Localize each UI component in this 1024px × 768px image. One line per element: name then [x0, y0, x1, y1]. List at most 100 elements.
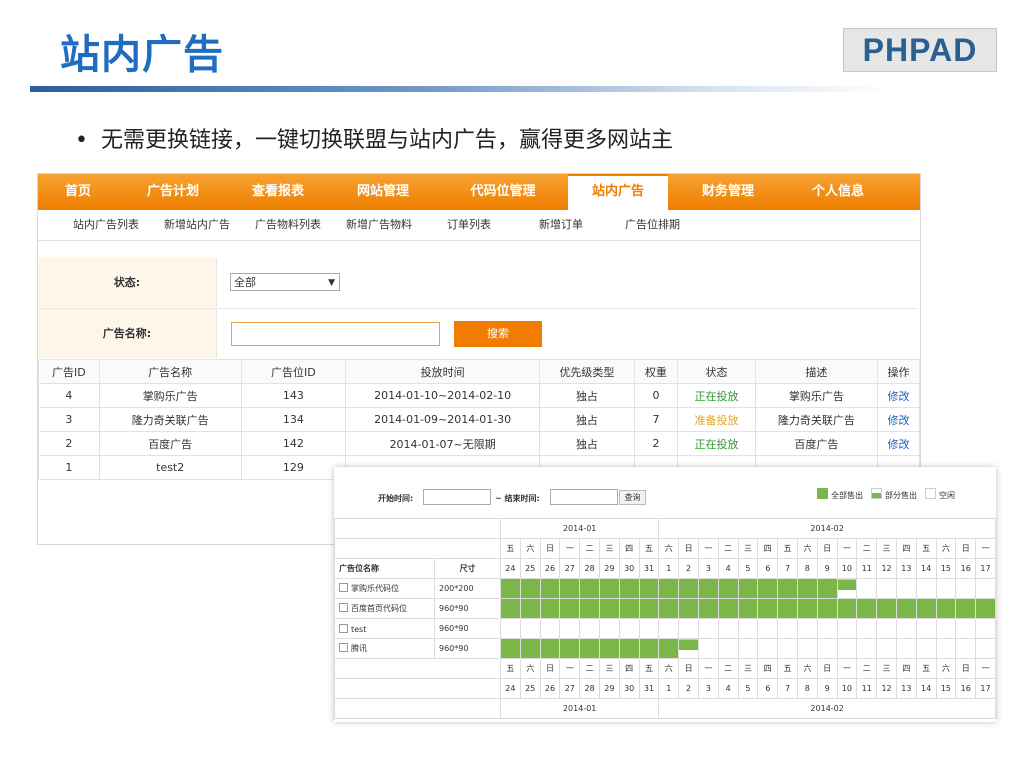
subnav-new-order[interactable]: 新增订单 — [539, 210, 583, 240]
nav-home[interactable]: 首页 — [38, 174, 118, 210]
legend-partial: 部分售出 — [885, 491, 917, 500]
slot-schedule-panel: 开始时间: ~ 结束时间: 查询 全部售出 部分售出 空闲 2014-01 201… — [334, 467, 996, 722]
day-cell: 8 — [796, 558, 818, 579]
nav-profile[interactable]: 个人信息 — [788, 174, 888, 210]
cell-run-time: 2014-01-09~2014-01-30 — [344, 407, 541, 432]
edit-link[interactable]: 修改 — [877, 383, 920, 408]
day-cell: 9 — [816, 678, 838, 699]
day-cell: 15 — [935, 678, 957, 699]
schedule-cell — [915, 618, 937, 639]
weekday-cell: 六 — [658, 658, 680, 679]
nav-ad-plan[interactable]: 广告计划 — [118, 174, 228, 210]
edit-link[interactable]: 修改 — [877, 431, 920, 456]
title-underline — [30, 86, 890, 92]
day-cell: 1 — [658, 678, 680, 699]
nav-reports[interactable]: 查看报表 — [228, 174, 328, 210]
slot-name-text: 掌购乐代码位 — [351, 584, 399, 593]
schedule-cell — [638, 578, 660, 599]
nav-code-slot[interactable]: 代码位管理 — [438, 174, 568, 210]
weekday-cell: 日 — [678, 538, 699, 559]
cell-description: 隆力奇关联广告 — [754, 407, 879, 432]
cell-run-time: 2014-01-07~无限期 — [344, 431, 541, 456]
ads-table-header: 广告ID 广告名称 广告位ID 投放时间 优先级类型 权重 状态 描述 操作 — [38, 359, 920, 384]
checkbox-icon[interactable] — [339, 643, 348, 652]
day-cell: 24 — [500, 678, 521, 699]
weekday-cell: 一 — [559, 658, 581, 679]
schedule-cell — [915, 598, 937, 619]
weekday-cell: 一 — [836, 538, 858, 559]
schedule-cell — [678, 618, 699, 639]
month-label: 2014-02 — [658, 698, 996, 719]
end-time-input[interactable] — [550, 489, 618, 505]
schedule-cell — [618, 638, 640, 659]
day-row: 广告位名称 尺寸 24 25 26 27 28 29 30 31 1 2 3 4 5 6 7 8 9 10 11 12 13… — [334, 558, 996, 579]
day-cell: 11 — [856, 678, 878, 699]
slot-size: 960*90 — [434, 598, 501, 619]
subnav-ad-list[interactable]: 站内广告列表 — [73, 210, 139, 240]
cell-weight: 0 — [633, 383, 679, 408]
day-cell: 13 — [895, 678, 917, 699]
day-cell: 31 — [638, 558, 660, 579]
search-button[interactable]: 搜索 — [454, 321, 542, 347]
subnav-new-ad[interactable]: 新增站内广告 — [164, 210, 230, 240]
schedule-cell — [717, 578, 739, 599]
subnav-order-list[interactable]: 订单列表 — [447, 210, 491, 240]
subnav-slot-schedule[interactable]: 广告位排期 — [625, 210, 680, 240]
weekday-cell: 日 — [955, 538, 977, 559]
nav-onsite-ads[interactable]: 站内广告 — [568, 174, 668, 210]
schedule-cell — [559, 618, 581, 639]
checkbox-icon[interactable] — [339, 603, 348, 612]
col-ad-name: 广告名称 — [98, 359, 242, 384]
month-label: 2014-02 — [658, 518, 996, 539]
schedule-cell — [598, 578, 620, 599]
weekday-cell: 一 — [975, 658, 996, 679]
ad-name-input[interactable] — [231, 322, 440, 346]
col-run-time: 投放时间 — [344, 359, 541, 384]
query-button[interactable]: 查询 — [619, 490, 646, 505]
schedule-cell — [697, 618, 719, 639]
weekday-cell: 日 — [678, 658, 699, 679]
slot-name[interactable]: test — [334, 618, 435, 639]
status-select[interactable]: 全部 ▼ — [230, 273, 340, 291]
nav-finance[interactable]: 财务管理 — [668, 174, 788, 210]
edit-link[interactable]: 修改 — [877, 407, 920, 432]
schedule-cell — [836, 638, 858, 659]
slot-name[interactable]: 百度首页代码位 — [334, 598, 435, 619]
slot-name[interactable]: 掌购乐代码位 — [334, 578, 435, 599]
blank-cell — [334, 518, 501, 539]
start-time-input[interactable] — [423, 489, 491, 505]
weekday-cell: 二 — [579, 538, 600, 559]
schedule-cell — [915, 578, 937, 599]
schedule-cell — [777, 598, 798, 619]
day-cell: 4 — [717, 678, 739, 699]
checkbox-icon[interactable] — [339, 583, 348, 592]
schedule-cell — [935, 638, 957, 659]
schedule-cell — [975, 638, 996, 659]
weekday-cell: 六 — [519, 538, 541, 559]
weekday-cell: 日 — [816, 538, 838, 559]
status-badge: 正在投放 — [677, 383, 756, 408]
col-ad-id: 广告ID — [38, 359, 100, 384]
subnav-new-material[interactable]: 新增广告物料 — [346, 210, 412, 240]
table-row: 4 掌购乐广告 143 2014-01-10~2014-02-10 独占 0 正… — [38, 383, 920, 408]
weekday-cell: 四 — [895, 538, 917, 559]
month-label: 2014-01 — [499, 698, 660, 719]
slide-title: 站内广告 — [60, 32, 224, 78]
slot-name[interactable]: 腾讯 — [334, 638, 435, 659]
weekday-cell: 五 — [500, 658, 521, 679]
checkbox-icon[interactable] — [339, 623, 348, 633]
schedule-cell — [678, 598, 699, 619]
schedule-cell — [579, 598, 600, 619]
schedule-cell — [638, 598, 660, 619]
cell-ad-id: 3 — [38, 407, 100, 432]
slot-row: 腾讯 960*90 — [334, 638, 996, 659]
schedule-cell — [500, 618, 521, 639]
subnav-material-list[interactable]: 广告物料列表 — [255, 210, 321, 240]
day-cell: 17 — [975, 558, 996, 579]
schedule-cell — [757, 618, 779, 639]
nav-site-manage[interactable]: 网站管理 — [328, 174, 438, 210]
day-cell: 13 — [895, 558, 917, 579]
blank-cell — [334, 678, 501, 699]
top-navigation: 首页 广告计划 查看报表 网站管理 代码位管理 站内广告 财务管理 个人信息 — [38, 174, 920, 210]
schedule-cell — [935, 618, 957, 639]
